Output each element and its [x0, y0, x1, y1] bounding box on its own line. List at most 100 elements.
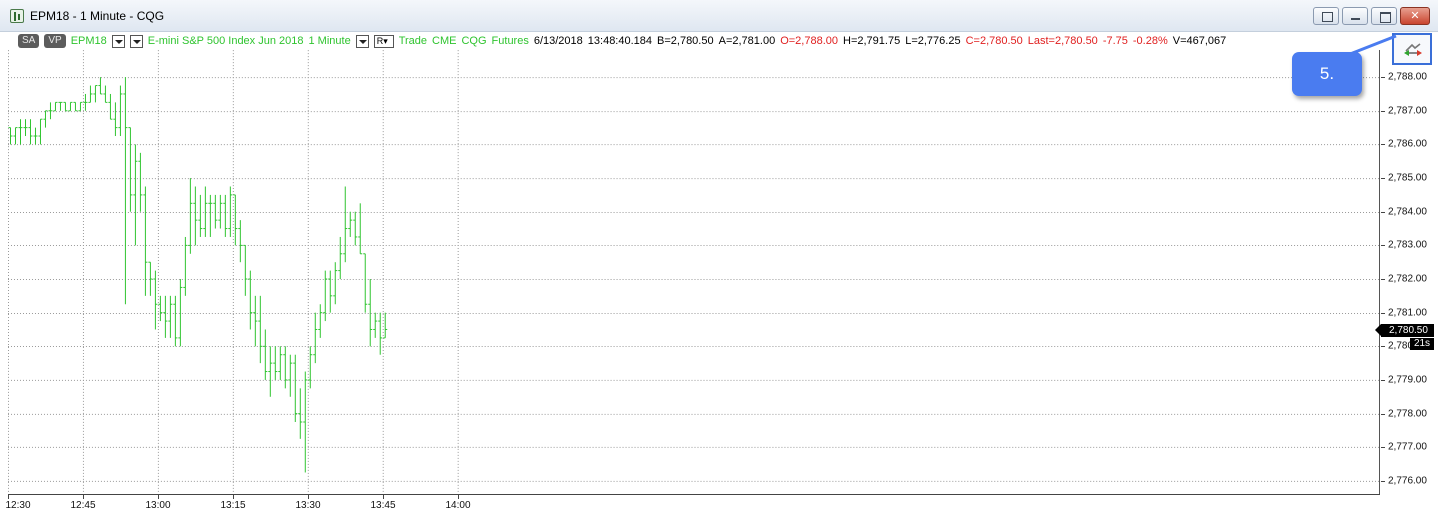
y-tick-label: 2,779.00	[1388, 374, 1427, 386]
ohlc-bar	[128, 127, 133, 212]
ohlc-bar	[288, 354, 293, 397]
interval-dropdown-icon[interactable]	[355, 34, 369, 48]
ohlc-bar	[58, 101, 63, 111]
ohlc-bar	[328, 270, 333, 313]
ohlc-bar	[193, 186, 198, 246]
y-tick-mark	[1381, 380, 1385, 381]
interval-label: 1 Minute	[308, 35, 351, 47]
ohlc-bar	[228, 186, 233, 237]
instrument-dropdown-icon[interactable]	[129, 34, 143, 48]
ohlc-bar	[353, 211, 358, 246]
chart-grid	[8, 50, 1379, 494]
ohlc-bar	[103, 85, 108, 103]
ohlc-bar	[93, 85, 98, 103]
window-title: EPM18 - 1 Minute - CQG	[30, 9, 165, 23]
y-tick-mark	[1381, 245, 1385, 246]
ohlc-bar	[368, 279, 373, 347]
ohlc-bar	[178, 279, 183, 347]
r-dropdown[interactable]: R▾	[373, 34, 394, 48]
ohlc-bar	[263, 329, 268, 380]
ohlc-bar	[188, 178, 193, 254]
price-chart[interactable]	[8, 50, 1380, 494]
y-tick-label: 2,776.00	[1388, 475, 1427, 487]
layout-icon[interactable]	[1313, 7, 1339, 25]
ohlc-bar	[203, 186, 208, 237]
ohlc-bar	[318, 304, 323, 338]
sa-button[interactable]: SA	[18, 34, 40, 48]
x-tick-mark	[458, 495, 459, 499]
ohlc-bar	[38, 118, 43, 145]
y-tick-label: 2,783.00	[1388, 239, 1427, 251]
x-tick-label: 13:00	[145, 500, 171, 511]
ohlc-bar	[243, 244, 248, 296]
x-tick-label: 13:30	[295, 500, 321, 511]
ohlc-bar	[173, 295, 178, 347]
ohlc-bar	[68, 101, 73, 112]
instrument-label: E-mini S&P 500 Index Jun 2018	[147, 35, 304, 47]
ohlc-bar	[183, 236, 188, 296]
y-tick-mark	[1381, 279, 1385, 280]
ohlc-bar	[293, 354, 298, 423]
ohlc-bar	[118, 85, 123, 137]
ohlc-bar	[63, 101, 68, 112]
x-tick-label: 12:45	[70, 500, 96, 511]
ohlc-bar	[48, 102, 53, 120]
data-source-label: CQG	[461, 35, 487, 47]
last-label: Last=2,780.50	[1027, 35, 1098, 47]
ohlc-bar	[348, 211, 353, 237]
y-tick-mark	[1381, 414, 1385, 415]
trade-arrows-icon	[1404, 43, 1422, 56]
y-tick-mark	[1381, 178, 1385, 179]
app-chart-icon	[10, 9, 24, 23]
chart-info-bar: SA VP EPM18 E-mini S&P 500 Index Jun 201…	[0, 32, 1380, 50]
symbol-dropdown-icon[interactable]	[111, 34, 125, 48]
x-tick-mark	[308, 495, 309, 499]
y-tick-mark	[1381, 212, 1385, 213]
y-tick-label: 2,778.00	[1388, 408, 1427, 420]
net-change-label: -7.75	[1102, 35, 1128, 47]
time-axis: 12:30 12:45 13:00 13:15 13:30 13:45 14:00	[5, 494, 1380, 517]
date-label: 6/13/2018	[533, 35, 583, 47]
ohlc-bar	[163, 295, 168, 338]
x-tick-mark	[383, 495, 384, 499]
x-tick-label: 12:30	[5, 500, 31, 511]
price-axis: 2,788.00 2,787.00 2,786.00 2,785.00 2,784.00…	[1381, 50, 1438, 494]
ohlc-bar	[33, 127, 38, 145]
y-tick-mark	[1381, 481, 1385, 482]
ohlc-bars	[8, 77, 388, 473]
x-tick-label: 13:45	[370, 500, 396, 511]
x-tick-mark	[233, 495, 234, 499]
ohlc-bar	[383, 312, 388, 339]
ohlc-bar	[373, 312, 378, 338]
ohlc-bar	[133, 144, 138, 246]
type-label: Futures	[491, 35, 529, 47]
minimize-icon[interactable]	[1342, 7, 1368, 25]
ohlc-bar	[298, 388, 303, 439]
step-callout: 5.	[1292, 52, 1362, 96]
ohlc-bar	[308, 346, 313, 389]
vp-button[interactable]: VP	[44, 34, 66, 48]
y-tick-mark	[1381, 77, 1385, 78]
ohlc-bar	[83, 93, 88, 111]
y-tick-label: 2,782.00	[1388, 273, 1427, 285]
low-label: L=2,776.25	[905, 35, 961, 47]
ohlc-bar	[278, 346, 283, 380]
y-tick-mark	[1381, 111, 1385, 112]
ohlc-bar	[213, 194, 218, 229]
ohlc-bar	[198, 194, 203, 237]
y-tick-mark	[1381, 144, 1385, 145]
maximize-icon[interactable]	[1371, 7, 1397, 25]
ohlc-bar	[303, 371, 308, 473]
ohlc-bar	[158, 295, 163, 322]
ohlc-bar	[283, 346, 288, 389]
pct-change-label: -0.28%	[1132, 35, 1168, 47]
ohlc-bar	[113, 102, 118, 137]
ohlc-bar	[208, 194, 213, 237]
window-controls	[1313, 7, 1430, 25]
close-icon[interactable]	[1400, 7, 1430, 25]
x-tick-label: 14:00	[445, 500, 471, 511]
ohlc-bar	[43, 110, 48, 128]
trade-arrows-button[interactable]	[1392, 33, 1432, 65]
ohlc-bar	[218, 194, 223, 229]
ohlc-bar	[98, 77, 103, 95]
